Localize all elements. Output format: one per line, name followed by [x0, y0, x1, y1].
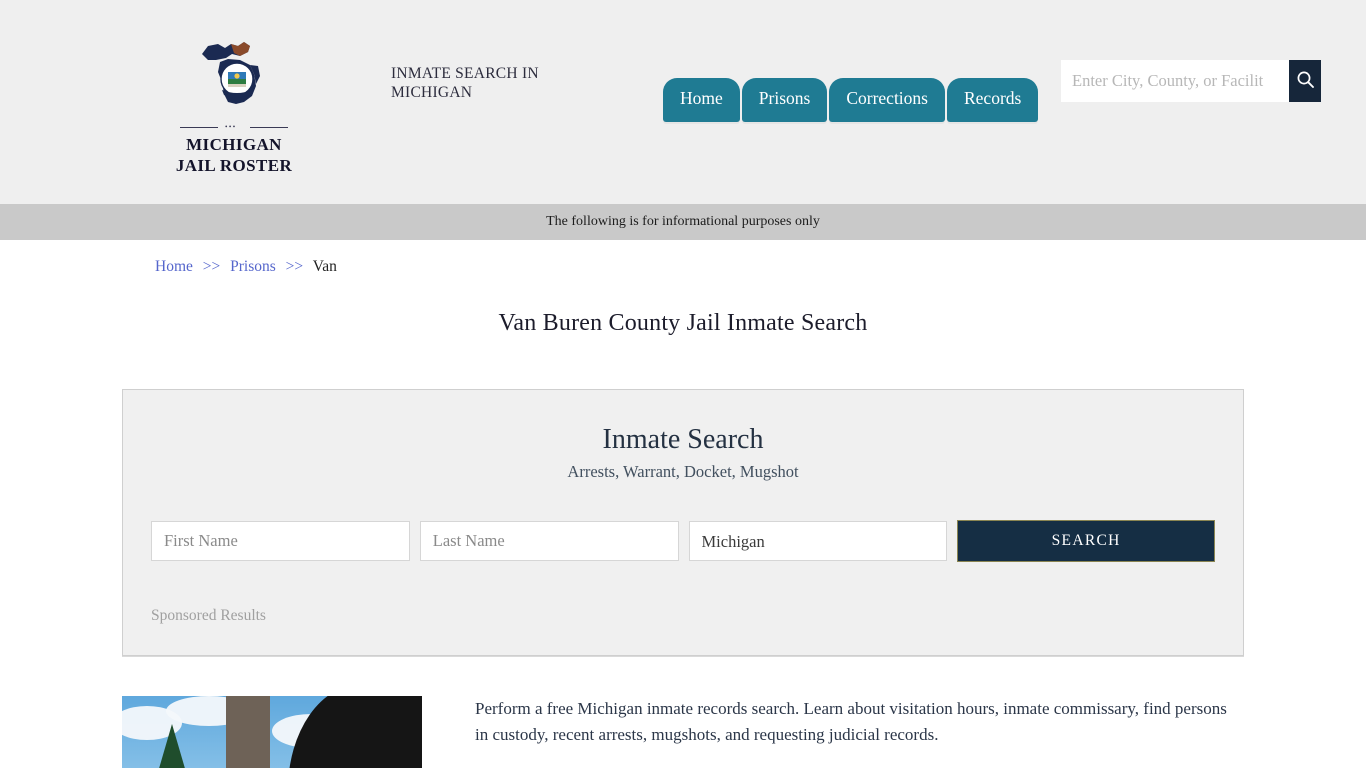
logo-text-line1: MICHIGAN [186, 135, 282, 154]
site-header: ••• MICHIGAN JAIL ROSTER INMATE SEARCH I… [0, 0, 1366, 204]
inmate-search-subtitle: Arrests, Warrant, Docket, Mugshot [567, 462, 799, 481]
content-row: Perform a free Michigan inmate records s… [121, 696, 1245, 768]
michigan-state-outline-icon [169, 28, 299, 120]
nav-item-home[interactable]: Home [663, 78, 740, 122]
car-window-frame [288, 696, 422, 768]
breadcrumb-item-home[interactable]: Home [155, 258, 193, 275]
nav-item-records[interactable]: Records [946, 78, 1039, 122]
main-navigation: Home Prisons Corrections Records [663, 78, 1039, 122]
nav-item-corrections[interactable]: Corrections [829, 78, 945, 122]
search-icon [1296, 70, 1315, 92]
pine-tree-icon [144, 724, 200, 768]
header-inner: ••• MICHIGAN JAIL ROSTER INMATE SEARCH I… [123, 0, 1321, 204]
inmate-search-form: Michigan SEARCH [151, 520, 1215, 562]
breadcrumb-item-current: Van [312, 258, 337, 275]
inmate-search-title: Inmate Search [602, 424, 764, 455]
site-tagline: INMATE SEARCH IN MICHIGAN [391, 65, 539, 101]
breadcrumb-item-prisons[interactable]: Prisons [230, 258, 276, 275]
breadcrumb: Home >> Prisons >> Van [121, 240, 1245, 276]
logo-text-line2: JAIL ROSTER [175, 156, 293, 175]
header-search-button[interactable] [1289, 60, 1321, 102]
state-select[interactable]: Michigan [688, 521, 948, 561]
last-name-input[interactable] [419, 521, 679, 561]
logo-text: MICHIGAN JAIL ROSTER [169, 134, 299, 176]
site-logo[interactable]: ••• MICHIGAN JAIL ROSTER [169, 28, 299, 176]
main-content: Home >> Prisons >> Van Van Buren County … [0, 240, 1366, 768]
content-container: Home >> Prisons >> Van Van Buren County … [121, 240, 1245, 768]
inmate-search-panel: Inmate Search Arrests, Warrant, Docket, … [122, 389, 1244, 656]
notice-text: The following is for informational purpo… [546, 214, 820, 229]
logo-divider-dots: ••• [225, 123, 237, 131]
breadcrumb-separator: >> [202, 258, 221, 275]
page-title: Van Buren County Jail Inmate Search [498, 310, 868, 336]
informational-notice-bar: The following is for informational purpo… [0, 204, 1366, 240]
logo-divider: ••• [180, 124, 288, 131]
search-submit-button[interactable]: SEARCH [957, 520, 1215, 562]
header-search [1061, 60, 1321, 102]
intro-paragraph: Perform a free Michigan inmate records s… [475, 699, 1227, 744]
breadcrumb-separator: >> [285, 258, 304, 275]
courthouse-photo [122, 696, 422, 768]
nav-item-prisons[interactable]: Prisons [741, 78, 828, 122]
sponsored-results-label: Sponsored Results [151, 607, 266, 624]
header-search-input[interactable] [1061, 60, 1289, 102]
first-name-input[interactable] [151, 521, 410, 561]
